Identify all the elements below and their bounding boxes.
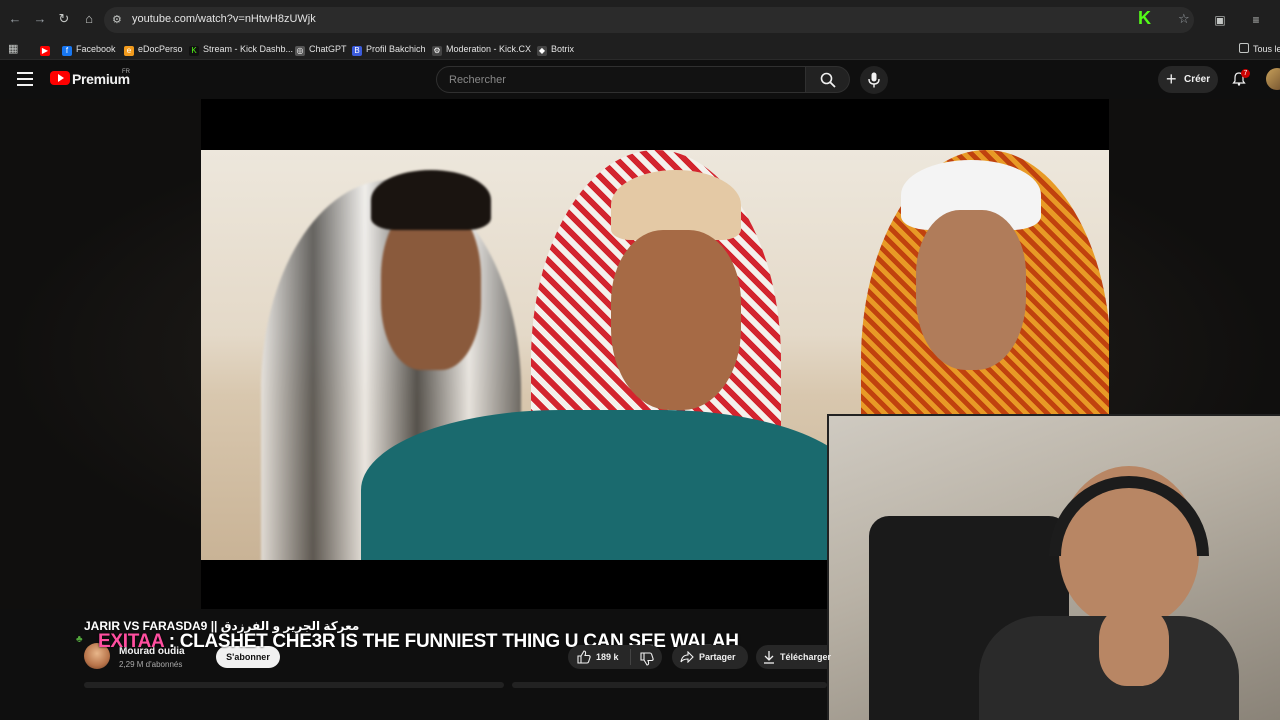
home-icon[interactable]: ⌂: [80, 10, 98, 28]
botrix-icon: ◆: [537, 46, 547, 56]
browser-toolbar: ← → ↻ ⌂ ⚙ youtube.com/watch?v=nHtwH8zUWj…: [0, 0, 1280, 38]
create-button[interactable]: + Créer: [1158, 66, 1218, 93]
bakchich-icon: B: [352, 46, 362, 56]
url-text: youtube.com/watch?v=nHtwH8zUWjk: [132, 13, 316, 25]
bookmarks-bar: ▦ ▶ f Facebook e eDocPerso K Stream - Kick …: [0, 38, 1280, 60]
bookmark-chatgpt[interactable]: ◎ ChatGPT: [295, 41, 347, 57]
share-icon: [680, 651, 694, 663]
forward-icon[interactable]: →: [31, 10, 49, 28]
streamer-hand: [1099, 606, 1169, 686]
plus-icon: +: [1166, 69, 1177, 89]
youtube-bookmark-icon[interactable]: ▶: [40, 41, 54, 57]
left-figure-hair: [371, 170, 491, 230]
download-label: Télécharger: [780, 652, 832, 662]
youtube-header: Premium FR + Créer 7: [0, 60, 1280, 99]
description-preview[interactable]: [84, 682, 504, 688]
facebook-icon: f: [62, 46, 72, 56]
subscriber-count: 2,29 M d'abonnés: [119, 660, 183, 669]
voice-search-button[interactable]: [860, 66, 888, 94]
bookmark-edocperso[interactable]: e eDocPerso: [124, 41, 183, 57]
address-bar[interactable]: ⚙ youtube.com/watch?v=nHtwH8zUWjk: [104, 7, 1194, 33]
thumbs-down-icon[interactable]: [640, 652, 654, 666]
menu-icon[interactable]: [17, 72, 33, 86]
search-button[interactable]: [806, 66, 850, 93]
region-code: FR: [122, 69, 130, 75]
bookmark-moderation-kick[interactable]: ⚙ Moderation - Kick.CX: [432, 41, 531, 57]
kick-extension-icon[interactable]: K: [1138, 8, 1156, 28]
apps-grid-icon[interactable]: ▦: [8, 41, 18, 57]
kick-icon: K: [189, 46, 199, 56]
thumbs-up-icon[interactable]: [577, 650, 591, 664]
site-info-icon[interactable]: ⚙: [112, 13, 126, 27]
like-divider: [630, 649, 631, 665]
extensions-icon[interactable]: ▣: [1212, 12, 1228, 28]
center-figure-robe: [361, 410, 861, 560]
bookmark-facebook[interactable]: f Facebook: [62, 41, 116, 57]
bookmark-stream-kick[interactable]: K Stream - Kick Dashb...: [189, 41, 293, 57]
all-bookmarks[interactable]: Tous le: [1239, 41, 1280, 57]
title-highlight: EXITAA: [98, 631, 164, 652]
like-button[interactable]: 189 k: [596, 652, 619, 662]
screen: ← → ↻ ⌂ ⚙ youtube.com/watch?v=nHtwH8zUWj…: [0, 0, 1280, 720]
right-figure-face: [916, 210, 1026, 370]
reload-icon[interactable]: ↻: [55, 10, 73, 28]
bookmark-profil-bakchich[interactable]: B Profil Bakchich: [352, 41, 426, 57]
comments-preview[interactable]: [512, 682, 827, 688]
search-box[interactable]: [436, 66, 806, 93]
chatgpt-icon: ◎: [295, 46, 305, 56]
notification-count-badge: 7: [1241, 69, 1250, 78]
download-icon: [764, 651, 774, 664]
edocperso-icon: e: [124, 46, 134, 56]
folder-icon: [1239, 43, 1249, 53]
webcam-overlay: [827, 414, 1280, 720]
search-icon: [820, 72, 836, 88]
reading-list-icon[interactable]: ≡: [1248, 12, 1264, 28]
center-figure-face: [611, 230, 741, 410]
microphone-icon: [868, 72, 880, 88]
share-label: Partager: [699, 652, 736, 662]
search-input[interactable]: [449, 72, 789, 88]
leaf-icon: ♣: [76, 634, 83, 645]
back-icon[interactable]: ←: [6, 10, 24, 28]
headset-icon: [1049, 476, 1209, 556]
youtube-logo-icon[interactable]: [50, 71, 70, 85]
account-avatar[interactable]: [1266, 68, 1280, 90]
bookmark-star-icon[interactable]: ☆: [1178, 11, 1190, 27]
bookmark-botrix[interactable]: ◆ Botrix: [537, 41, 574, 57]
moderation-icon: ⚙: [432, 46, 442, 56]
